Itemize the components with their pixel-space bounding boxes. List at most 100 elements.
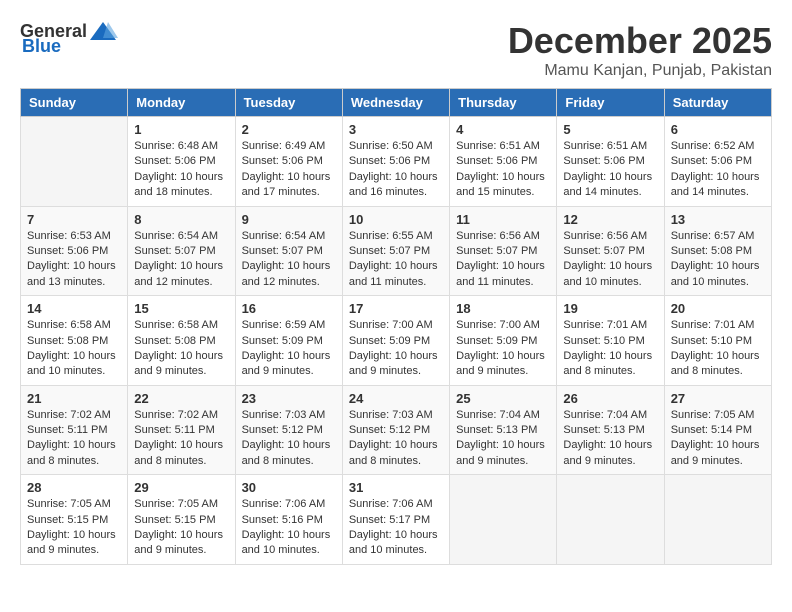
calendar-cell: 28Sunrise: 7:05 AM Sunset: 5:15 PM Dayli… bbox=[21, 475, 128, 565]
calendar-header-monday: Monday bbox=[128, 89, 235, 117]
cell-date-number: 13 bbox=[671, 212, 765, 227]
title-section: December 2025 Mamu Kanjan, Punjab, Pakis… bbox=[508, 20, 772, 80]
calendar-week-3: 14 Sunrise: 6:58 AM Sunset: 5:08 PM Dayli… bbox=[21, 296, 772, 386]
calendar-cell: 25 Sunrise: 7:04 AM Sunset: 5:13 PM Dayli… bbox=[450, 385, 557, 475]
calendar-header-friday: Friday bbox=[557, 89, 664, 117]
cell-date-number: 31 bbox=[349, 480, 443, 495]
cell-date-number: 17 bbox=[349, 301, 443, 316]
calendar-cell: 29 Sunrise: 7:05 AM Sunset: 5:15 PM Dayli… bbox=[128, 475, 235, 565]
calendar-cell: 31 Sunrise: 7:06 AM Sunset: 5:17 PM Dayli… bbox=[342, 475, 449, 565]
cell-info: Sunrise: 6:56 AM Sunset: 5:07 PM Dayligh… bbox=[456, 229, 550, 291]
calendar-cell: 3 Sunrise: 6:50 AM Sunset: 5:06 PM Daylig… bbox=[342, 117, 449, 207]
cell-date-number: 21 bbox=[27, 391, 121, 406]
cell-info: Sunrise: 6:51 AM Sunset: 5:06 PM Dayligh… bbox=[563, 139, 657, 201]
cell-date-number: 7 bbox=[27, 212, 121, 227]
calendar-cell: 9 Sunrise: 6:54 AM Sunset: 5:07 PM Daylig… bbox=[235, 206, 342, 296]
cell-date-number: 14 bbox=[27, 301, 121, 316]
cell-date-number: 25 bbox=[456, 391, 550, 406]
cell-date-number: 30 bbox=[242, 480, 336, 495]
cell-date-number: 18 bbox=[456, 301, 550, 316]
page-header: General Blue December 2025 Mamu Kanjan, … bbox=[20, 20, 772, 80]
calendar-cell: 11 Sunrise: 6:56 AM Sunset: 5:07 PM Dayli… bbox=[450, 206, 557, 296]
calendar-header-wednesday: Wednesday bbox=[342, 89, 449, 117]
calendar-cell: 30 Sunrise: 7:06 AM Sunset: 5:16 PM Dayli… bbox=[235, 475, 342, 565]
cell-date-number: 11 bbox=[456, 212, 550, 227]
cell-info: Sunrise: 7:04 AM Sunset: 5:13 PM Dayligh… bbox=[563, 408, 657, 470]
cell-info: Sunrise: 6:54 AM Sunset: 5:07 PM Dayligh… bbox=[134, 229, 228, 291]
cell-date-number: 29 bbox=[134, 480, 228, 495]
calendar-cell: 8 Sunrise: 6:54 AM Sunset: 5:07 PM Daylig… bbox=[128, 206, 235, 296]
cell-info: Sunrise: 6:48 AM Sunset: 5:06 PM Dayligh… bbox=[134, 139, 228, 201]
logo-blue-text: Blue bbox=[22, 36, 61, 57]
calendar-header-saturday: Saturday bbox=[664, 89, 771, 117]
cell-date-number: 5 bbox=[563, 122, 657, 137]
cell-date-number: 27 bbox=[671, 391, 765, 406]
cell-info: Sunrise: 6:59 AM Sunset: 5:09 PM Dayligh… bbox=[242, 318, 336, 380]
calendar-cell bbox=[557, 475, 664, 565]
cell-date-number: 19 bbox=[563, 301, 657, 316]
cell-date-number: 15 bbox=[134, 301, 228, 316]
calendar-cell: 20Sunrise: 7:01 AM Sunset: 5:10 PM Dayli… bbox=[664, 296, 771, 386]
cell-date-number: 8 bbox=[134, 212, 228, 227]
calendar-cell: 14Sunrise: 6:58 AM Sunset: 5:08 PM Dayli… bbox=[21, 296, 128, 386]
calendar-header-tuesday: Tuesday bbox=[235, 89, 342, 117]
cell-info: Sunrise: 6:55 AM Sunset: 5:07 PM Dayligh… bbox=[349, 229, 443, 291]
cell-info: Sunrise: 6:52 AM Sunset: 5:06 PM Dayligh… bbox=[671, 139, 765, 201]
calendar-cell: 22Sunrise: 7:02 AM Sunset: 5:11 PM Dayli… bbox=[128, 385, 235, 475]
cell-info: Sunrise: 6:50 AM Sunset: 5:06 PM Dayligh… bbox=[349, 139, 443, 201]
cell-info: Sunrise: 7:05 AM Sunset: 5:15 PM Dayligh… bbox=[134, 497, 228, 559]
calendar-cell: 18Sunrise: 7:00 AM Sunset: 5:09 PM Dayli… bbox=[450, 296, 557, 386]
calendar-week-5: 28 Sunrise: 7:05 AM Sunset: 5:15 PM Dayli… bbox=[21, 475, 772, 565]
calendar-cell: 24Sunrise: 7:03 AM Sunset: 5:12 PM Dayli… bbox=[342, 385, 449, 475]
cell-date-number: 16 bbox=[242, 301, 336, 316]
cell-info: Sunrise: 6:58 AM Sunset: 5:08 PM Dayligh… bbox=[134, 318, 228, 380]
calendar-header-sunday: Sunday bbox=[21, 89, 128, 117]
cell-info: Sunrise: 7:05 AM Sunset: 5:14 PM Dayligh… bbox=[671, 408, 765, 470]
cell-info: Sunrise: 7:02 AM Sunset: 5:11 PM Dayligh… bbox=[27, 408, 121, 470]
cell-date-number: 12 bbox=[563, 212, 657, 227]
calendar-cell: 6 Sunrise: 6:52 AM Sunset: 5:06 PM Daylig… bbox=[664, 117, 771, 207]
cell-date-number: 23 bbox=[242, 391, 336, 406]
page-subtitle: Mamu Kanjan, Punjab, Pakistan bbox=[508, 62, 772, 80]
cell-date-number: 28 bbox=[27, 480, 121, 495]
calendar-cell: 1Sunrise: 6:48 AM Sunset: 5:06 PM Daylig… bbox=[128, 117, 235, 207]
cell-date-number: 3 bbox=[349, 122, 443, 137]
cell-info: Sunrise: 6:54 AM Sunset: 5:07 PM Dayligh… bbox=[242, 229, 336, 291]
calendar-header-row: SundayMondayTuesdayWednesdayThursdayFrid… bbox=[21, 89, 772, 117]
cell-date-number: 26 bbox=[563, 391, 657, 406]
cell-info: Sunrise: 6:53 AM Sunset: 5:06 PM Dayligh… bbox=[27, 229, 121, 291]
cell-info: Sunrise: 7:03 AM Sunset: 5:12 PM Dayligh… bbox=[242, 408, 336, 470]
cell-info: Sunrise: 6:49 AM Sunset: 5:06 PM Dayligh… bbox=[242, 139, 336, 201]
calendar-cell: 2 Sunrise: 6:49 AM Sunset: 5:06 PM Daylig… bbox=[235, 117, 342, 207]
calendar-cell: 17Sunrise: 7:00 AM Sunset: 5:09 PM Dayli… bbox=[342, 296, 449, 386]
calendar-cell: 5 Sunrise: 6:51 AM Sunset: 5:06 PM Daylig… bbox=[557, 117, 664, 207]
calendar-week-4: 21 Sunrise: 7:02 AM Sunset: 5:11 PM Dayli… bbox=[21, 385, 772, 475]
calendar-week-2: 7 Sunrise: 6:53 AM Sunset: 5:06 PM Daylig… bbox=[21, 206, 772, 296]
cell-info: Sunrise: 7:01 AM Sunset: 5:10 PM Dayligh… bbox=[671, 318, 765, 380]
calendar-cell: 19 Sunrise: 7:01 AM Sunset: 5:10 PM Dayli… bbox=[557, 296, 664, 386]
cell-date-number: 2 bbox=[242, 122, 336, 137]
cell-info: Sunrise: 6:51 AM Sunset: 5:06 PM Dayligh… bbox=[456, 139, 550, 201]
cell-info: Sunrise: 7:02 AM Sunset: 5:11 PM Dayligh… bbox=[134, 408, 228, 470]
cell-info: Sunrise: 7:06 AM Sunset: 5:16 PM Dayligh… bbox=[242, 497, 336, 559]
calendar-cell: 13 Sunrise: 6:57 AM Sunset: 5:08 PM Dayli… bbox=[664, 206, 771, 296]
cell-date-number: 4 bbox=[456, 122, 550, 137]
calendar-cell: 4 Sunrise: 6:51 AM Sunset: 5:06 PM Daylig… bbox=[450, 117, 557, 207]
cell-date-number: 9 bbox=[242, 212, 336, 227]
calendar-cell bbox=[664, 475, 771, 565]
calendar-cell: 23 Sunrise: 7:03 AM Sunset: 5:12 PM Dayli… bbox=[235, 385, 342, 475]
calendar-cell: 7 Sunrise: 6:53 AM Sunset: 5:06 PM Daylig… bbox=[21, 206, 128, 296]
cell-date-number: 6 bbox=[671, 122, 765, 137]
logo: General Blue bbox=[20, 20, 119, 57]
cell-info: Sunrise: 7:04 AM Sunset: 5:13 PM Dayligh… bbox=[456, 408, 550, 470]
logo-icon bbox=[88, 20, 118, 42]
cell-info: Sunrise: 6:57 AM Sunset: 5:08 PM Dayligh… bbox=[671, 229, 765, 291]
cell-info: Sunrise: 7:06 AM Sunset: 5:17 PM Dayligh… bbox=[349, 497, 443, 559]
cell-info: Sunrise: 7:01 AM Sunset: 5:10 PM Dayligh… bbox=[563, 318, 657, 380]
page-title: December 2025 bbox=[508, 20, 772, 62]
cell-date-number: 10 bbox=[349, 212, 443, 227]
calendar-cell bbox=[450, 475, 557, 565]
calendar-week-1: 1Sunrise: 6:48 AM Sunset: 5:06 PM Daylig… bbox=[21, 117, 772, 207]
calendar-cell bbox=[21, 117, 128, 207]
cell-info: Sunrise: 7:03 AM Sunset: 5:12 PM Dayligh… bbox=[349, 408, 443, 470]
